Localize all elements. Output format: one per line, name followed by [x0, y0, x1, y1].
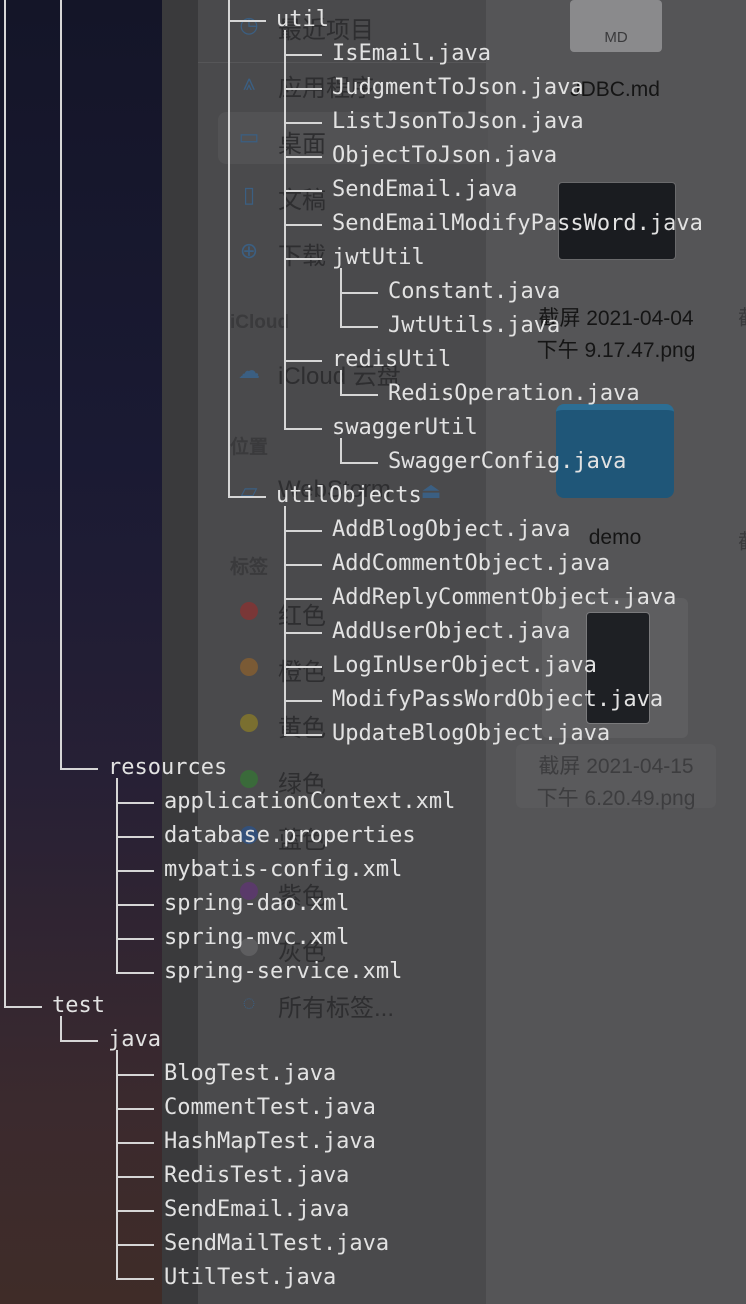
sidebar-item-downloads[interactable]: 下载	[278, 236, 326, 271]
sidebar-all-tags[interactable]: 所有标签...	[278, 988, 394, 1023]
tag-purple-dot	[240, 882, 258, 900]
apps-icon: ⩓	[242, 70, 256, 95]
screenshot-thumbnail-2[interactable]	[586, 612, 650, 724]
tag-orange-dot	[240, 658, 258, 676]
tag-blue-dot	[240, 826, 258, 844]
disk-icon: ▱	[240, 478, 258, 503]
tag-gray-dot	[240, 938, 258, 956]
sidebar-tag-yellow[interactable]: 黄色	[278, 708, 326, 743]
sidebar-tag-orange[interactable]: 橙色	[278, 652, 326, 687]
sidebar-item-applications[interactable]: 应用程序	[278, 68, 374, 103]
finder-toolbar-divider	[198, 62, 486, 63]
eject-icon[interactable]: ⏏	[418, 478, 444, 504]
folder-demo[interactable]: demo	[556, 526, 674, 550]
file-screenshot-2-name-line2: 下午 6.20.49.png	[536, 787, 696, 810]
tag-green-dot	[240, 770, 258, 788]
sidebar-tag-blue[interactable]: 蓝色	[278, 820, 326, 855]
tag-red-dot	[240, 602, 258, 620]
md-file-icon[interactable]: MD	[570, 0, 662, 52]
sidebar-section-locations: 位置	[230, 437, 269, 458]
sidebar-item-icloud-drive[interactable]: iCloud 云盘	[278, 356, 401, 391]
sidebar-tag-green[interactable]: 绿色	[278, 764, 326, 799]
sidebar-section-tags: 标签	[230, 557, 269, 578]
tag-yellow-dot	[240, 714, 258, 732]
file-jdbc-md[interactable]: JDBC.md	[560, 78, 670, 102]
sidebar-item-desktop[interactable]: 桌面	[278, 124, 326, 159]
download-icon: ⊕	[239, 238, 259, 263]
sidebar-item-documents[interactable]: 文稿	[278, 180, 326, 215]
offscreen-file-label-1: 截	[738, 302, 746, 332]
cloud-icon: ☁	[238, 358, 260, 383]
folder-icon[interactable]	[556, 404, 674, 498]
desktop-icon: ▭	[238, 124, 260, 149]
offscreen-file-label-2: 截	[738, 526, 746, 556]
sidebar-item-recents[interactable]: 最近项目	[278, 10, 374, 45]
file-screenshot-1-name-line2: 下午 9.17.47.png	[536, 339, 696, 362]
file-screenshot-2-name[interactable]: 截屏 2021-04-15	[516, 750, 716, 780]
sidebar-tag-gray[interactable]: 灰色	[278, 932, 326, 967]
clock-icon: ◷	[239, 12, 259, 37]
screenshot-thumbnail-1[interactable]	[558, 182, 676, 260]
sidebar-tag-red[interactable]: 红色	[278, 596, 326, 631]
sidebar-section-icloud: iCloud	[230, 312, 290, 333]
sidebar-tag-purple[interactable]: 紫色	[278, 876, 326, 911]
sidebar-item-webstorm[interactable]: WebStorm	[278, 476, 391, 504]
finder-window-edge	[162, 0, 198, 1304]
file-screenshot-1-name[interactable]: 截屏 2021-04-04	[518, 302, 714, 332]
md-badge: MD	[604, 29, 628, 46]
desktop-wallpaper	[0, 0, 162, 1304]
all-tags-icon: ◌	[242, 990, 256, 1015]
document-icon: ▯	[242, 182, 256, 207]
